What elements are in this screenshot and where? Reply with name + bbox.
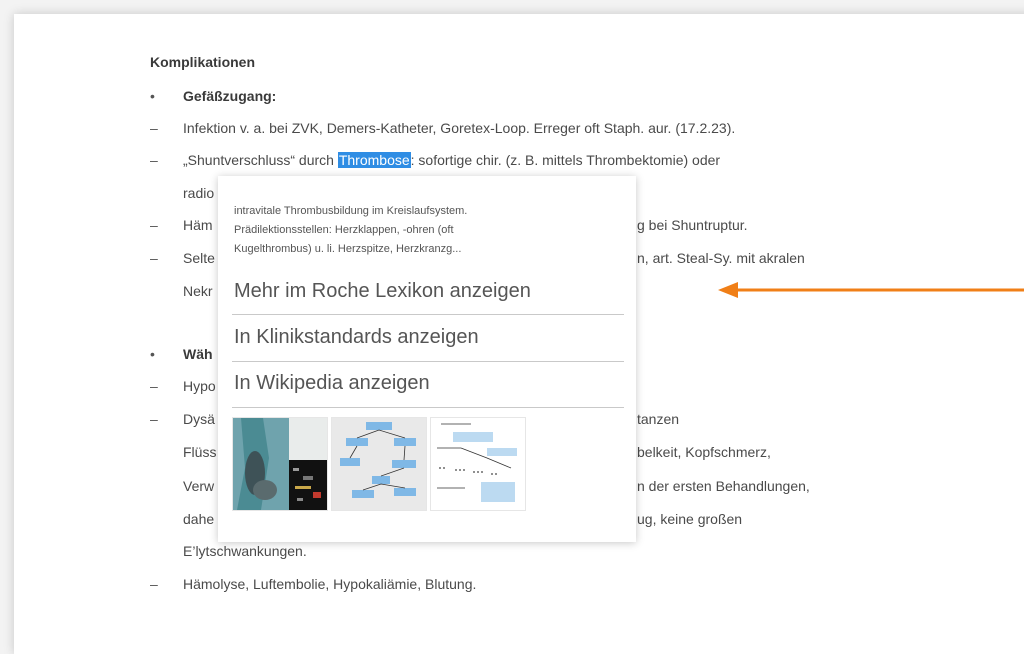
list-text-start: Häm: [183, 217, 213, 233]
text-before-selection: „Shuntverschluss“ durch: [183, 152, 338, 168]
pointer-arrow-icon: [718, 282, 1024, 298]
subsection-title: Wäh: [183, 346, 213, 362]
list-text-end: n der ersten Behandlungen,: [637, 478, 810, 494]
list-text-start: Hypo: [183, 378, 216, 394]
list-text-start: Selte: [183, 250, 215, 266]
list-text-continuation: Nekr: [183, 283, 213, 299]
definition-line: Kugelthrombus) u. li. Herzspitze, Herzkr…: [234, 243, 462, 255]
dash-marker: –: [150, 217, 158, 233]
klinikstandards-link[interactable]: In Klinikstandards anzeigen: [234, 325, 624, 349]
dash-marker: –: [150, 152, 158, 168]
list-text-start: dahe: [183, 511, 215, 527]
list-text: Infektion v. a. bei ZVK, Demers-Katheter…: [183, 120, 736, 136]
lookup-popup: intravitale Thrombusbildung im Kreislauf…: [218, 176, 636, 542]
definition-snippet: intravitale Thrombusbildung im Kreislauf…: [234, 202, 594, 259]
roche-lexikon-link[interactable]: Mehr im Roche Lexikon anzeigen: [234, 279, 624, 303]
divider: [232, 361, 624, 362]
definition-line: intravitale Thrombusbildung im Kreislauf…: [234, 205, 468, 217]
dash-marker: –: [150, 120, 158, 136]
list-text: Hämolyse, Luftembolie, Hypokaliämie, Blu…: [183, 576, 477, 592]
dash-marker: –: [150, 576, 158, 592]
list-text-end: ug, keine großen: [637, 511, 743, 527]
list-text: „Shuntverschluss“ durch Thrombose: sofor…: [183, 151, 720, 169]
selected-term[interactable]: Thrombose: [337, 152, 411, 168]
list-text-continuation: radio: [183, 185, 215, 201]
list-text-end: belkeit, Kopfschmerz,: [637, 444, 771, 460]
list-text-start: Verw: [183, 478, 215, 494]
dash-marker: –: [150, 378, 158, 394]
text-after-selection: : sofortige chir. (z. B. mittels Thrombe…: [410, 152, 721, 168]
list-text-start: Flüss: [183, 444, 217, 460]
bullet-marker: •: [150, 88, 155, 104]
divider: [232, 407, 624, 408]
list-text-continuation: E’lytschwankungen.: [183, 543, 307, 559]
list-text-end: n, art. Steal-Sy. mit akralen: [637, 250, 805, 266]
list-text-start: Dysä: [183, 411, 215, 427]
list-text-end: g bei Shuntruptur.: [637, 217, 748, 233]
section-heading: Komplikationen: [150, 54, 256, 70]
wikipedia-link[interactable]: In Wikipedia anzeigen: [234, 371, 624, 395]
subsection-title: Gefäßzugang:: [183, 88, 277, 104]
bullet-marker: •: [150, 346, 155, 362]
definition-line: Prädilektionsstellen: Herzklappen, -ohre…: [234, 224, 454, 236]
list-text-end: tanzen: [637, 411, 680, 427]
dash-marker: –: [150, 250, 158, 266]
divider: [232, 314, 624, 315]
image-thumbnail-diagram[interactable]: [331, 417, 427, 511]
dash-marker: –: [150, 411, 158, 427]
image-thumbnail-photo[interactable]: [232, 417, 328, 511]
image-thumbnail-chart[interactable]: [430, 417, 526, 511]
